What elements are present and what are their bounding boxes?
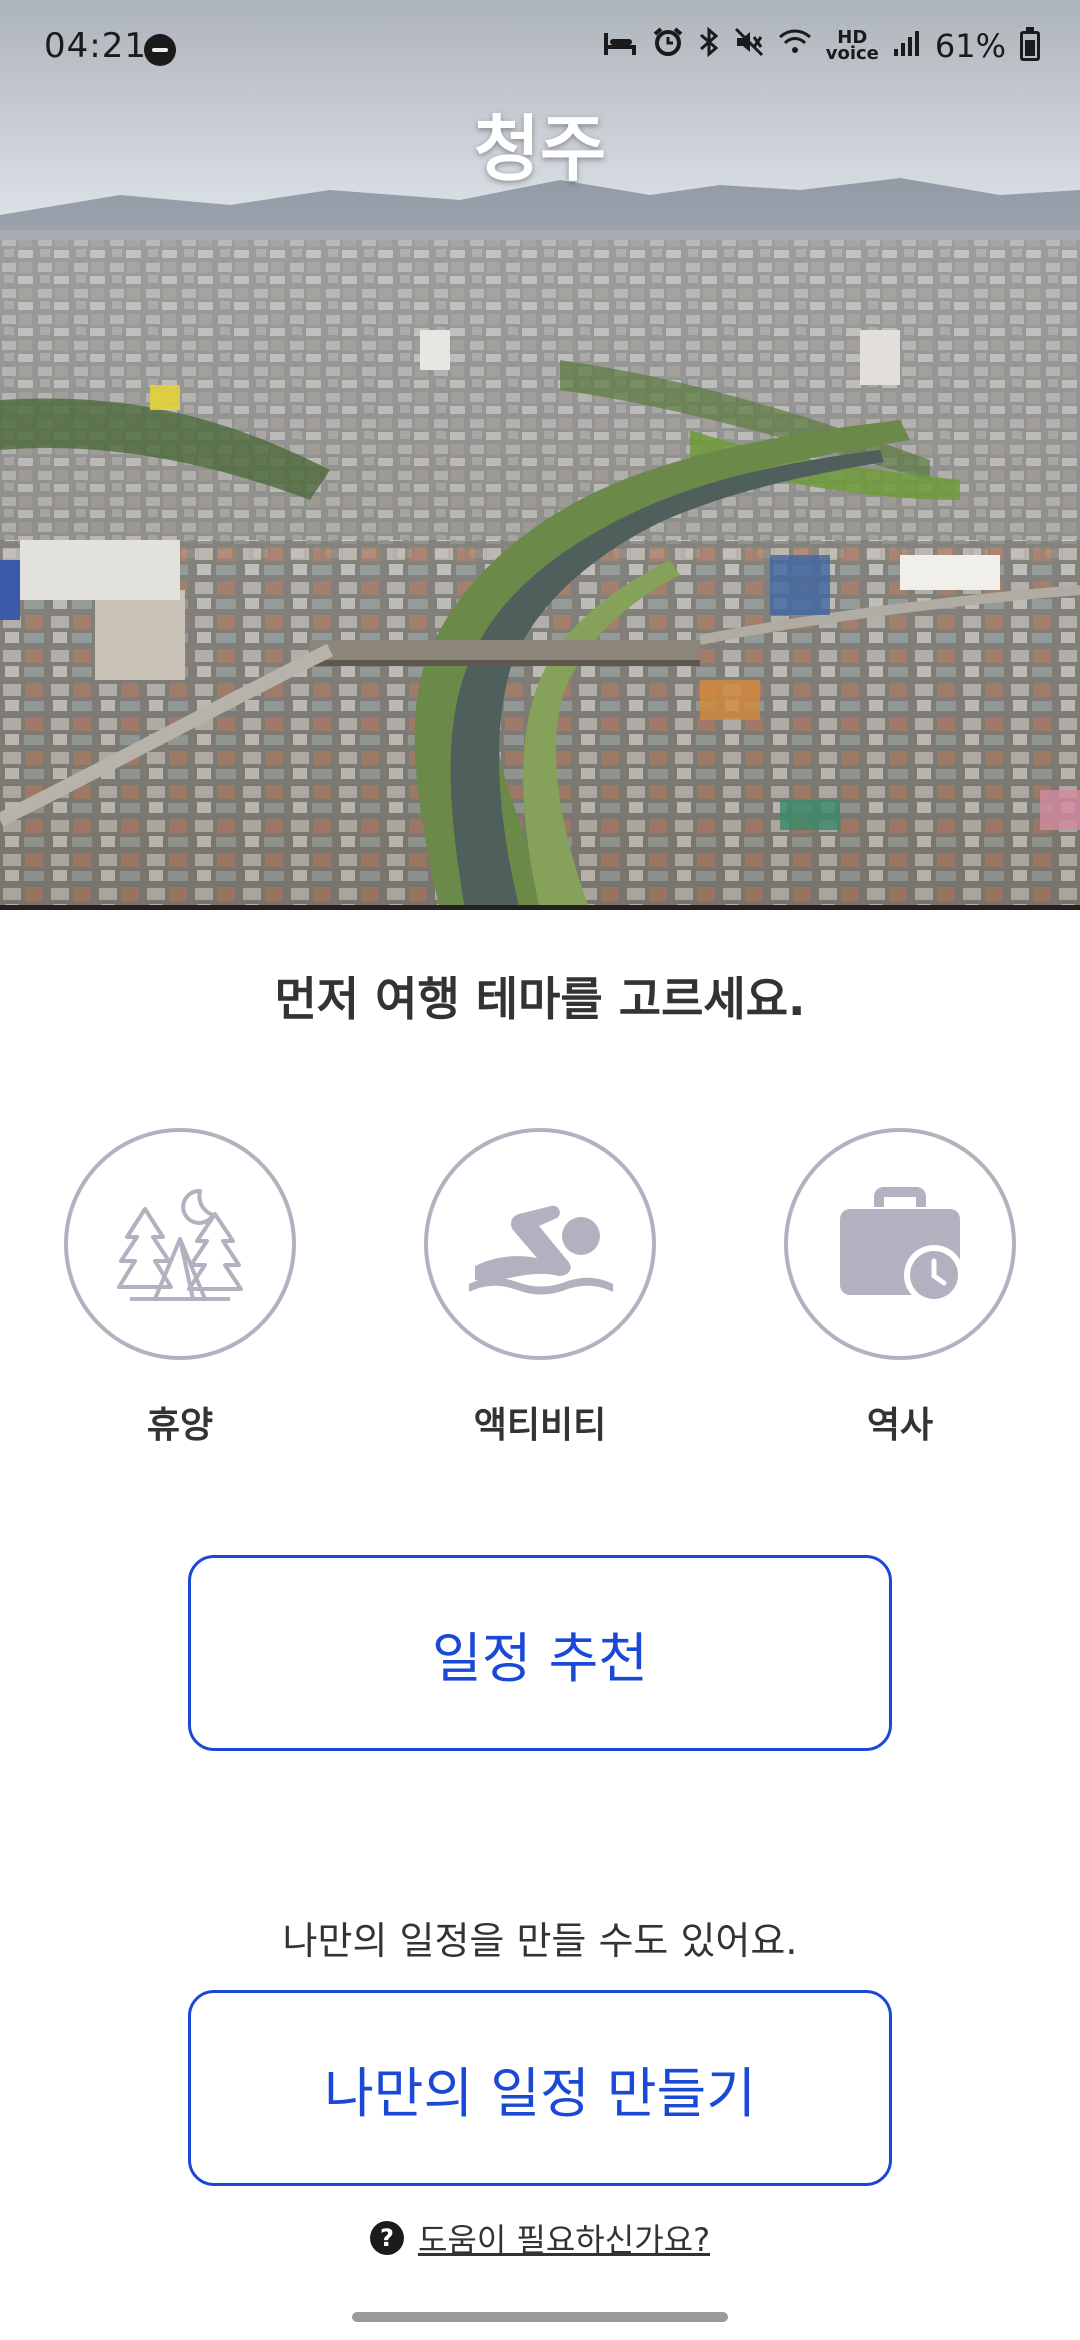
theme-activity[interactable]: 액티비티 <box>420 1128 660 1448</box>
status-icons: HD voice 61% <box>602 26 1040 66</box>
signal-icon <box>893 27 921 65</box>
dnd-icon <box>144 34 176 66</box>
wifi-icon <box>778 27 812 65</box>
alarm-icon <box>652 26 684 66</box>
battery-icon <box>1020 27 1040 61</box>
theme-history-circle[interactable] <box>784 1128 1016 1360</box>
sleep-icon <box>602 27 638 65</box>
recommend-itinerary-button[interactable]: 일정 추천 <box>188 1555 892 1751</box>
theme-history[interactable]: 역사 <box>780 1128 1020 1448</box>
battery-percent: 61% <box>934 27 1006 65</box>
theme-relaxation-label: 휴양 <box>146 1405 214 1446</box>
theme-history-label: 역사 <box>866 1405 934 1446</box>
theme-activity-circle[interactable] <box>424 1128 656 1360</box>
theme-options: 휴양 액티비티 역사 <box>0 1128 1080 1448</box>
status-bar: 04:21 HD voice 61% <box>0 0 1080 100</box>
theme-relaxation[interactable]: 휴양 <box>60 1128 300 1448</box>
briefcase-clock-icon <box>840 1187 964 1305</box>
custom-itinerary-prompt: 나만의 일정을 만들 수도 있어요. <box>282 1919 798 1963</box>
bluetooth-icon <box>698 26 720 66</box>
hd-voice-icon: HD voice <box>825 29 879 64</box>
city-title: 청주 <box>473 107 607 191</box>
help-link[interactable]: ? 도움이 필요하신가요? <box>0 2215 1080 2261</box>
theme-activity-label: 액티비티 <box>473 1405 607 1446</box>
mute-icon <box>734 27 764 65</box>
swimmer-icon <box>469 1205 613 1295</box>
status-time: 04:21 <box>44 26 147 66</box>
theme-prompt: 먼저 여행 테마를 고르세요. <box>274 972 806 1026</box>
help-icon: ? <box>369 2221 404 2255</box>
help-text[interactable]: 도움이 필요하신가요? <box>418 2215 710 2261</box>
theme-relaxation-circle[interactable] <box>64 1128 296 1360</box>
city-hero-image: 04:21 HD voice 61% 청주 <box>0 0 1080 910</box>
camping-tent-icon <box>117 1188 243 1301</box>
hd-voice-line2: voice <box>825 43 879 64</box>
home-indicator[interactable] <box>352 2312 728 2322</box>
create-custom-itinerary-button[interactable]: 나만의 일정 만들기 <box>188 1990 892 2186</box>
